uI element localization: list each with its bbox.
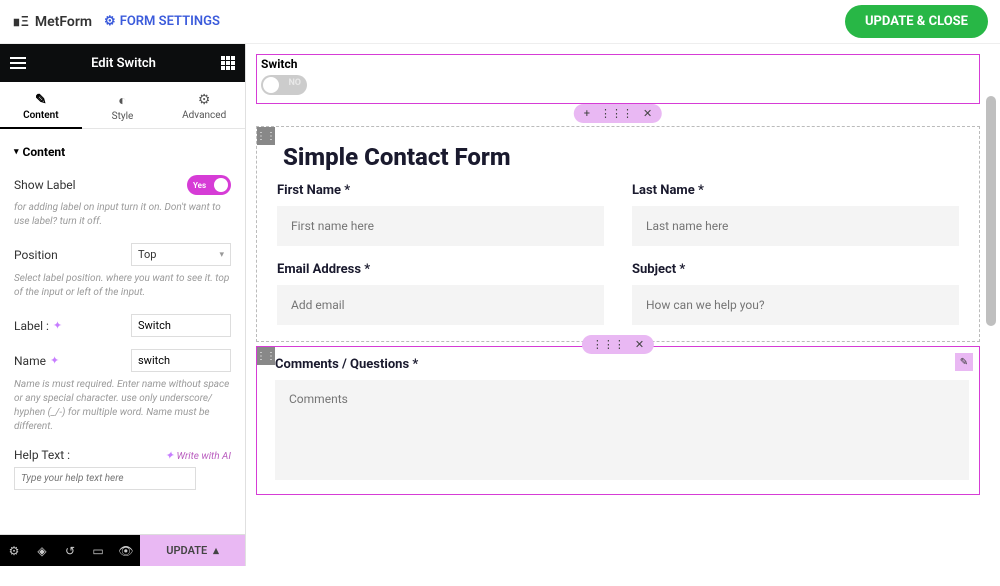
gear-icon: ⚙ — [104, 14, 116, 29]
ai-icon[interactable]: ✦ — [50, 354, 59, 367]
gear-icon: ⚙ — [163, 92, 245, 108]
scrollbar-thumb[interactable] — [986, 96, 996, 326]
help-text-input[interactable] — [14, 467, 196, 490]
tab-content[interactable]: ✎ Content — [0, 82, 82, 128]
switch-toggle-preview[interactable]: NO — [261, 75, 307, 95]
add-icon[interactable]: + — [584, 107, 590, 120]
section-edit-controls: + ⋮⋮⋮ ✕ — [574, 104, 662, 123]
tab-label: Style — [112, 111, 134, 122]
tab-label: Advanced — [182, 110, 226, 121]
form-title: Simple Contact Form — [257, 127, 979, 183]
scrollbar[interactable] — [986, 96, 996, 586]
history-icon[interactable]: ↺ — [56, 535, 84, 567]
help-text-label: Help Text : — [14, 448, 70, 462]
pencil-icon: ✎ — [0, 92, 82, 108]
show-label-toggle[interactable]: Yes — [187, 175, 231, 195]
position-select[interactable]: Top ▾ — [131, 243, 231, 266]
tab-label: Content — [23, 110, 58, 121]
tab-advanced[interactable]: ⚙ Advanced — [163, 82, 245, 128]
switch-widget[interactable]: Switch NO — [256, 54, 980, 104]
position-label: Position — [14, 248, 58, 262]
subject-input[interactable] — [632, 285, 959, 325]
comments-textarea[interactable] — [275, 380, 969, 480]
name-input[interactable] — [131, 349, 231, 372]
update-close-button[interactable]: UPDATE & CLOSE — [845, 5, 988, 38]
form-settings-button[interactable]: ⚙ FORM SETTINGS — [104, 14, 220, 29]
position-value: Top — [138, 248, 156, 261]
ai-icon: ✦ — [165, 449, 174, 462]
first-name-input[interactable] — [277, 206, 604, 246]
switch-off-text: NO — [288, 78, 301, 88]
show-label-help: for adding label on input turn it on. Do… — [14, 199, 231, 235]
ai-icon[interactable]: ✦ — [53, 319, 62, 332]
drag-icon[interactable]: ⋮⋮⋮ — [600, 107, 633, 120]
email-input[interactable] — [277, 285, 604, 325]
section-drag-handle[interactable]: ⋮⋮ — [257, 127, 275, 145]
toggle-knob — [214, 178, 228, 192]
position-help: Select label position. where you want to… — [14, 270, 231, 306]
comments-label: Comments / Questions * — [275, 357, 969, 372]
form-section[interactable]: ⋮⋮ Simple Contact Form First Name * Last… — [256, 126, 980, 342]
section-title: Content — [23, 145, 66, 159]
toggle-value: Yes — [193, 181, 206, 190]
app-name: MetForm — [35, 14, 92, 30]
name-field-label: Name ✦ — [14, 354, 59, 368]
chevron-down-icon: ▾ — [219, 250, 224, 260]
email-label: Email Address * — [277, 262, 604, 277]
last-name-label: Last Name * — [632, 183, 959, 198]
show-label-label: Show Label — [14, 178, 76, 192]
last-name-field: Last Name * — [632, 183, 959, 246]
tab-style[interactable]: ◐ Style — [82, 82, 164, 128]
editor-panel: Edit Switch ✎ Content ◐ Style ⚙ Advanced… — [0, 44, 246, 566]
section-drag-handle[interactable]: ⋮⋮ — [257, 347, 275, 365]
last-name-input[interactable] — [632, 206, 959, 246]
switch-label: Switch — [261, 57, 975, 71]
app-logo: ∎Ξ MetForm — [12, 14, 92, 30]
canvas: Switch NO + ⋮⋮⋮ ✕ ⋮⋮ Simple Contact Form… — [246, 44, 1000, 566]
navigator-icon[interactable]: ◈ — [28, 535, 56, 567]
close-icon[interactable]: ✕ — [643, 107, 652, 120]
update-button[interactable]: UPDATE ▴ — [140, 535, 245, 566]
responsive-icon[interactable]: ▭ — [84, 535, 112, 567]
drag-icon[interactable]: ⋮⋮⋮ — [592, 338, 625, 351]
close-icon[interactable]: ✕ — [635, 338, 644, 351]
write-with-ai-link[interactable]: ✦ Write with AI — [165, 449, 231, 462]
section-edit-controls: ⋮⋮⋮ ✕ — [582, 335, 654, 354]
section-header-content[interactable]: ▾ Content — [14, 139, 231, 167]
caret-down-icon: ▾ — [14, 147, 19, 157]
label-field-label: Label : ✦ — [14, 319, 62, 333]
edit-pencil-icon[interactable]: ✎ — [955, 353, 973, 371]
form-settings-label: FORM SETTINGS — [120, 14, 220, 29]
subject-field: Subject * — [632, 262, 959, 325]
comments-section[interactable]: ⋮⋮⋮ ✕ ⋮⋮ ✎ Comments / Questions * — [256, 346, 980, 495]
widgets-icon[interactable] — [221, 56, 235, 70]
label-input[interactable] — [131, 314, 231, 337]
first-name-field: First Name * — [277, 183, 604, 246]
email-field: Email Address * — [277, 262, 604, 325]
preview-icon[interactable]: 👁 — [112, 535, 140, 567]
switch-knob — [263, 77, 279, 93]
panel-title: Edit Switch — [26, 56, 221, 71]
elementor-icon: ∎Ξ — [12, 14, 29, 30]
subject-label: Subject * — [632, 262, 959, 277]
caret-up-icon: ▴ — [213, 544, 219, 557]
first-name-label: First Name * — [277, 183, 604, 198]
settings-icon[interactable]: ⚙ — [0, 535, 28, 567]
update-label: UPDATE — [166, 544, 207, 557]
contrast-icon: ◐ — [82, 92, 164, 109]
name-help: Name is must required. Enter name withou… — [14, 376, 231, 440]
menu-icon[interactable] — [10, 57, 26, 69]
